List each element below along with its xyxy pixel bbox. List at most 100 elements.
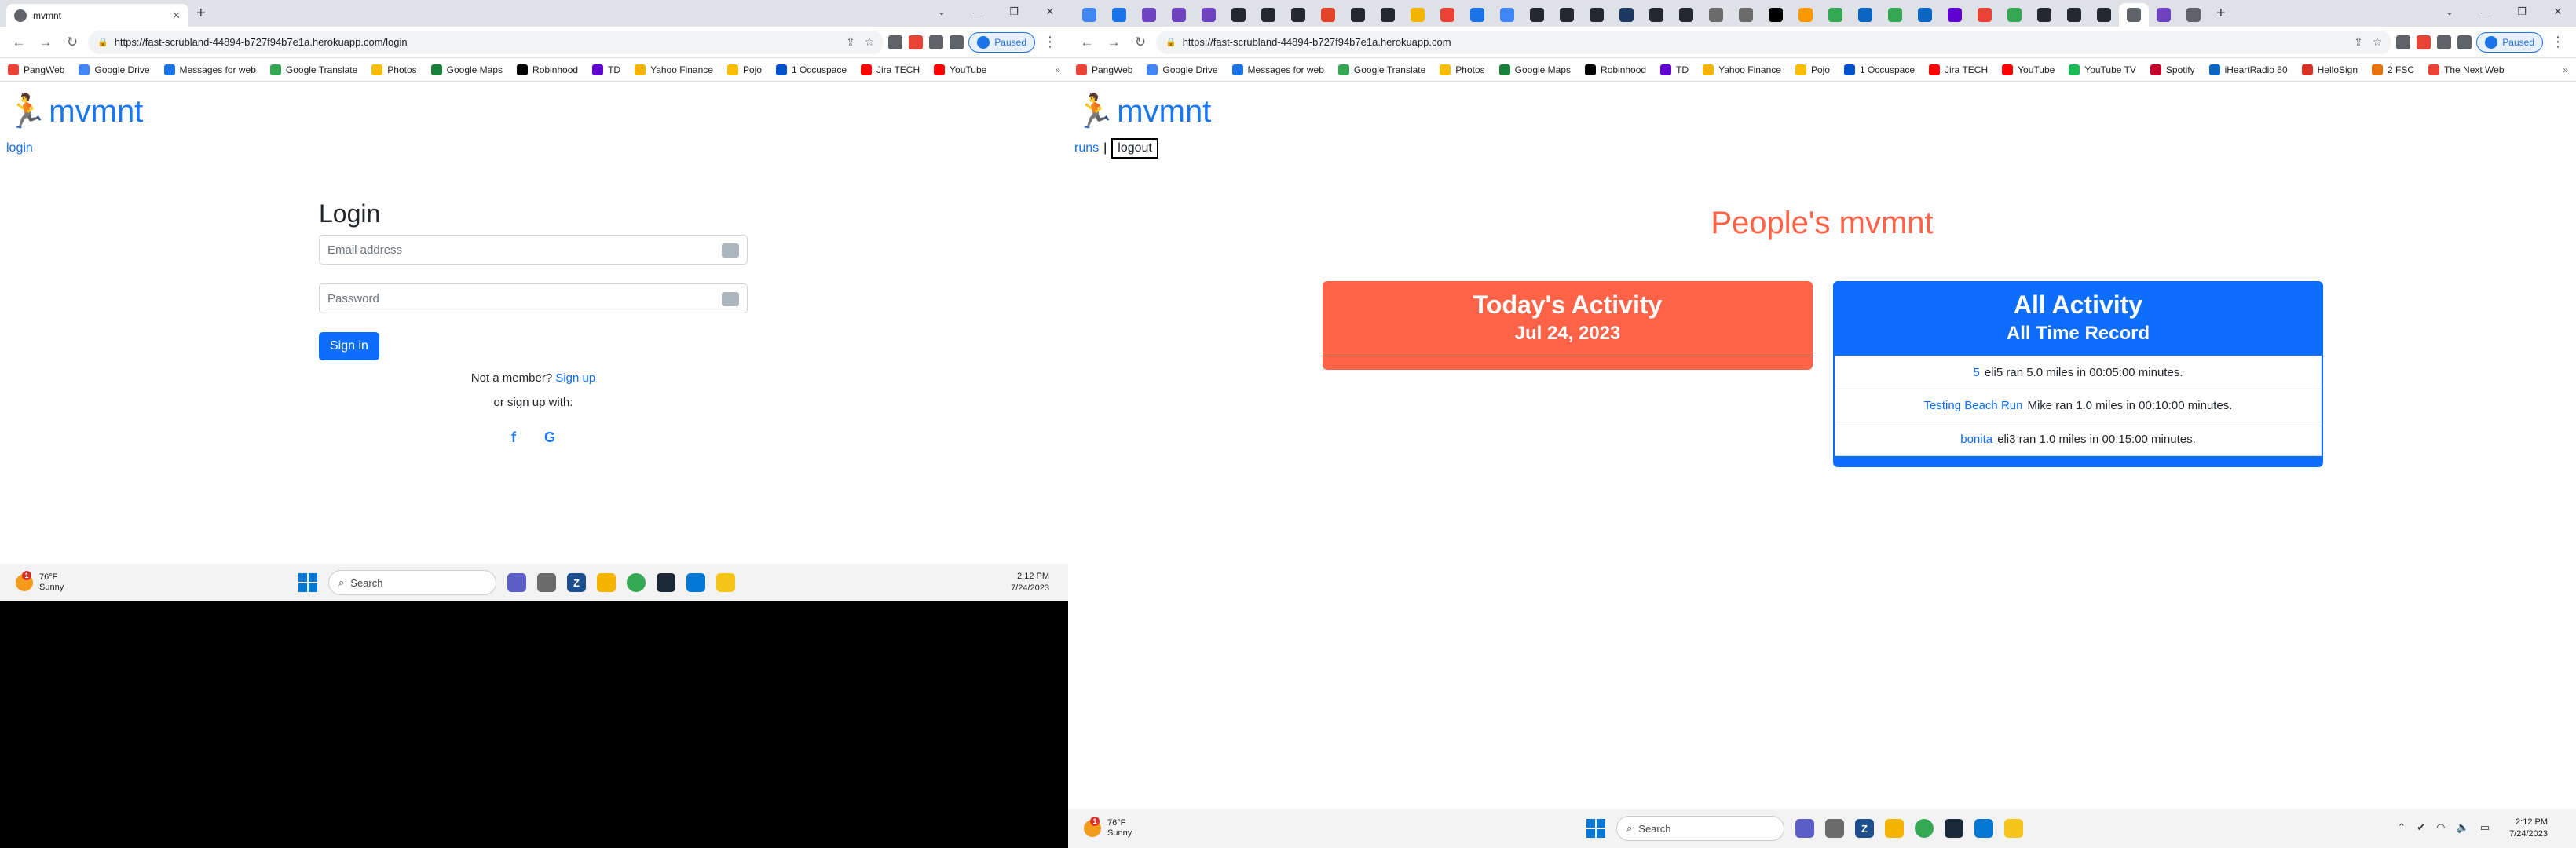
bookmark-item[interactable]: 1 Occuspace	[775, 64, 847, 75]
bookmark-item[interactable]: HelloSign	[2301, 64, 2358, 75]
pinned-tab[interactable]	[1582, 3, 1612, 27]
vscode-icon[interactable]	[686, 573, 705, 592]
bookmark-item[interactable]: PangWeb	[8, 64, 64, 75]
star-icon[interactable]: ☆	[865, 35, 875, 49]
zoom-icon[interactable]: Z	[1855, 819, 1874, 838]
bookmark-item[interactable]: Spotify	[2150, 64, 2195, 75]
share-icon[interactable]: ⇪	[846, 35, 855, 49]
menu-icon[interactable]: ⋮	[2548, 34, 2568, 50]
forward-arrow-icon[interactable]: →	[35, 31, 57, 53]
pinned-tab[interactable]	[1164, 3, 1194, 27]
minimize-button[interactable]: —	[960, 0, 996, 24]
signup-link[interactable]: Sign up	[555, 371, 595, 385]
bookmark-item[interactable]: YouTube	[934, 64, 986, 75]
bookmark-item[interactable]: Jira TECH	[1929, 64, 1988, 75]
pinned-tab[interactable]	[1612, 3, 1641, 27]
pinned-tab[interactable]	[1224, 3, 1253, 27]
password-field[interactable]: Password	[319, 283, 748, 313]
close-tab-icon[interactable]: ✕	[172, 9, 181, 22]
chrome-icon[interactable]	[627, 573, 646, 592]
bookmark-item[interactable]: YouTube	[2002, 64, 2055, 75]
pinned-tab[interactable]	[2119, 3, 2149, 27]
reload-icon[interactable]: ↻	[1129, 31, 1151, 53]
bookmark-item[interactable]: Google Drive	[79, 64, 150, 75]
teams-icon[interactable]	[1795, 819, 1814, 838]
pinned-tab[interactable]	[1403, 3, 1433, 27]
pinned-tab[interactable]	[1104, 3, 1134, 27]
system-clock[interactable]: 2:12 PM 7/24/2023	[1011, 571, 1049, 594]
extension-icon[interactable]	[909, 35, 924, 49]
bookmark-item[interactable]: Jira TECH	[861, 64, 920, 75]
chevron-down-icon[interactable]: ⌄	[924, 0, 960, 24]
pinned-tab[interactable]	[1433, 3, 1462, 27]
pinned-tab[interactable]	[1940, 3, 1970, 27]
bookmark-item[interactable]: PangWeb	[1076, 64, 1132, 75]
bookmark-item[interactable]: Yahoo Finance	[635, 64, 713, 75]
brand-logo[interactable]: 🏃 mvmnt	[1074, 93, 1211, 131]
pinned-tab[interactable]	[1253, 3, 1283, 27]
pinned-tab[interactable]	[1134, 3, 1164, 27]
bookmark-item[interactable]: YouTube TV	[2069, 64, 2136, 75]
pinned-tab[interactable]	[1820, 3, 1850, 27]
pinned-tab[interactable]	[1373, 3, 1403, 27]
battery-icon[interactable]: ▭	[2480, 821, 2490, 834]
taskbar-search[interactable]: ⌕ Search	[328, 570, 496, 595]
bookmark-item[interactable]: Yahoo Finance	[1703, 64, 1781, 75]
puzzle-icon[interactable]	[2437, 35, 2452, 49]
profile-paused-button[interactable]: Paused	[968, 31, 1035, 53]
logout-button[interactable]: logout	[1111, 138, 1158, 159]
pinned-tab[interactable]	[2149, 3, 2179, 27]
bookmark-item[interactable]: Google Translate	[1337, 64, 1425, 75]
extension-icon[interactable]	[888, 35, 903, 49]
zoom-icon[interactable]: Z	[567, 573, 586, 592]
bookmark-item[interactable]: Robinhood	[517, 64, 578, 75]
pinned-tab[interactable]	[1492, 3, 1522, 27]
password-manager-icon[interactable]	[722, 292, 739, 306]
bookmark-item[interactable]: 1 Occuspace	[1843, 64, 1915, 75]
extension-icon[interactable]	[2396, 35, 2411, 49]
pinned-tab[interactable]	[1791, 3, 1820, 27]
steam-icon[interactable]	[1945, 819, 1963, 838]
run-link[interactable]: bonita	[1960, 433, 1992, 446]
new-tab-button[interactable]: +	[188, 3, 214, 27]
pinned-tab[interactable]	[2089, 3, 2119, 27]
facebook-icon[interactable]: f	[511, 429, 516, 446]
share-icon[interactable]: ⇪	[2354, 35, 2363, 49]
close-window-button[interactable]: ✕	[1032, 0, 1068, 24]
pinned-tab[interactable]	[1343, 3, 1373, 27]
weather-widget[interactable]: 1 76°F Sunny	[16, 571, 64, 593]
bookmark-item[interactable]: Google Maps	[430, 64, 503, 75]
more-bookmarks-icon[interactable]: »	[1055, 64, 1060, 75]
bookmark-item[interactable]: The Next Web	[2428, 64, 2505, 75]
pinned-tab[interactable]	[1194, 3, 1224, 27]
minimize-button[interactable]: —	[2468, 0, 2504, 24]
extension-icon[interactable]	[2417, 35, 2431, 49]
bookmark-item[interactable]: TD	[592, 64, 620, 75]
windows-start-icon[interactable]	[298, 573, 317, 592]
steam-icon[interactable]	[657, 573, 675, 592]
pinned-tab[interactable]	[1522, 3, 1552, 27]
pinned-tab[interactable]	[1462, 3, 1492, 27]
password-manager-icon[interactable]	[722, 243, 739, 258]
pinned-tab[interactable]	[1701, 3, 1731, 27]
bookmark-item[interactable]: Robinhood	[1585, 64, 1646, 75]
folder-icon[interactable]	[1885, 819, 1904, 838]
snipping-icon[interactable]	[537, 573, 556, 592]
pinned-tab[interactable]	[1641, 3, 1671, 27]
back-arrow-icon[interactable]: ←	[1076, 31, 1098, 53]
chrome-icon[interactable]	[1915, 819, 1934, 838]
windows-start-icon[interactable]	[1586, 819, 1605, 838]
folder-icon[interactable]	[597, 573, 616, 592]
menu-icon[interactable]: ⋮	[1040, 34, 1060, 50]
email-field[interactable]: Email address	[319, 235, 748, 265]
brand-logo[interactable]: 🏃 mvmnt	[6, 93, 143, 131]
bookmark-item[interactable]: Google Maps	[1498, 64, 1571, 75]
star-icon[interactable]: ☆	[2373, 35, 2383, 49]
run-link[interactable]: 5	[1974, 366, 1980, 379]
close-window-button[interactable]: ✕	[2540, 0, 2576, 24]
chevron-up-icon[interactable]: ⌃	[2397, 821, 2406, 834]
bookmark-item[interactable]: Google Translate	[269, 64, 357, 75]
taskbar-search[interactable]: ⌕ Search	[1616, 816, 1784, 841]
pinned-tab[interactable]	[1910, 3, 1940, 27]
pinned-tab[interactable]	[1074, 3, 1104, 27]
